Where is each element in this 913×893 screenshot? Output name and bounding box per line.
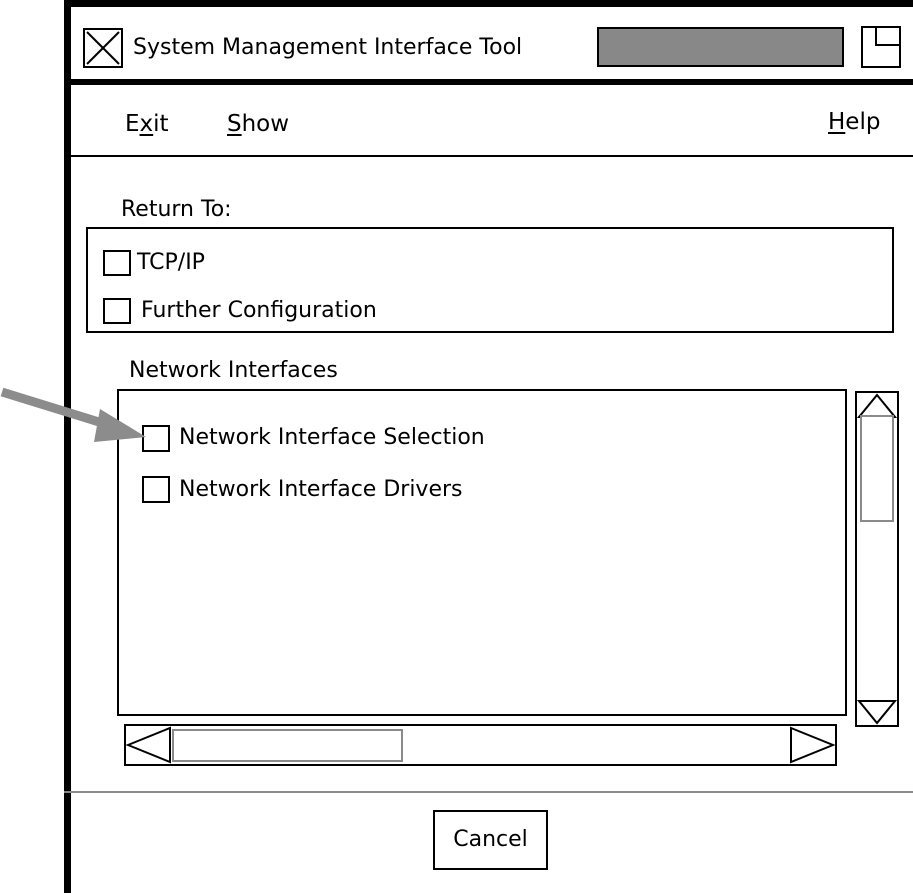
nid-label: Network Interface Drivers (179, 477, 463, 502)
return-to-label: Return To: (121, 197, 232, 222)
menu-help-suffix: elp (845, 109, 881, 135)
cancel-button[interactable]: Cancel (433, 810, 548, 870)
menu-exit[interactable]: Exit (125, 113, 169, 136)
nis-label: Network Interface Selection (179, 425, 485, 450)
tcpip-label: TCP/IP (137, 250, 205, 275)
menu-exit-suffix: it (153, 111, 169, 137)
vertical-scroll-thumb[interactable] (860, 415, 894, 522)
button-area-divider (64, 791, 913, 793)
scroll-left-icon[interactable] (126, 726, 172, 764)
nid-checkbox[interactable] (142, 476, 170, 503)
close-icon[interactable] (83, 28, 123, 68)
callout-arrow-icon (0, 387, 146, 442)
further-config-label: Further Configuration (141, 298, 377, 323)
menu-show[interactable]: Show (227, 113, 289, 136)
cancel-label: Cancel (453, 827, 528, 852)
menu-show-mnemonic: S (227, 111, 242, 137)
menu-bar (71, 85, 913, 157)
horizontal-scroll-thumb[interactable] (172, 729, 403, 762)
window-title: System Management Interface Tool (133, 35, 523, 60)
menu-exit-prefix: E (125, 111, 140, 137)
tcpip-checkbox[interactable] (103, 250, 131, 276)
menu-show-suffix: how (241, 111, 290, 137)
further-config-checkbox[interactable] (103, 298, 131, 324)
scroll-right-icon[interactable] (789, 726, 835, 764)
title-bar-fill (597, 27, 844, 67)
scroll-down-icon[interactable] (857, 699, 897, 725)
maximize-icon[interactable] (861, 26, 901, 68)
network-interfaces-label: Network Interfaces (129, 358, 338, 383)
menu-help-mnemonic: H (828, 109, 846, 135)
menu-exit-mnemonic: x (139, 111, 154, 137)
menu-help[interactable]: Help (828, 111, 880, 134)
